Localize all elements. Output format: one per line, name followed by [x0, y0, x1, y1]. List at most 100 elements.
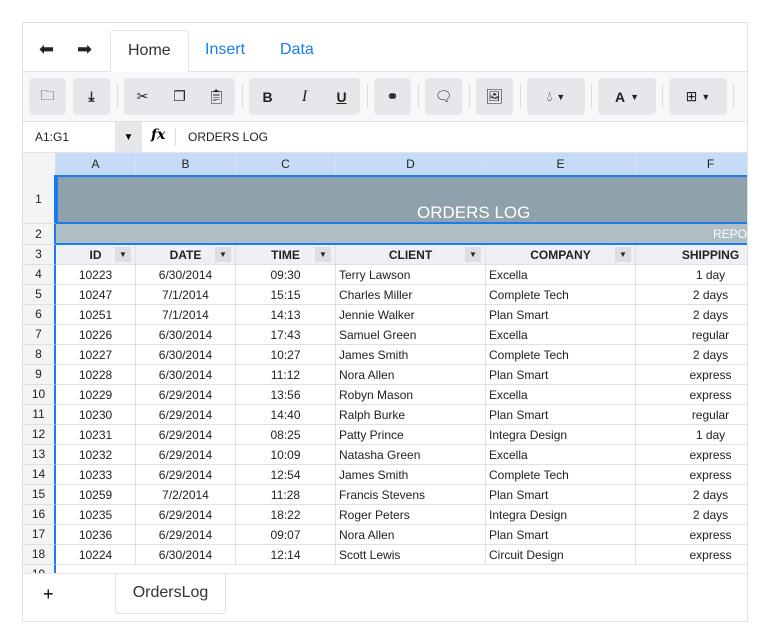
cell[interactable]: 2 days [636, 505, 747, 525]
cell[interactable]: James Smith [336, 465, 486, 485]
cell[interactable]: regular [636, 325, 747, 345]
cell[interactable]: Plan Smart [486, 365, 636, 385]
cell[interactable]: Complete Tech [486, 285, 636, 305]
cell[interactable]: 09:07 [236, 525, 336, 545]
column-header-e[interactable]: E [486, 153, 636, 175]
cell[interactable]: 10259 [56, 485, 136, 505]
column-header-d[interactable]: D [336, 153, 486, 175]
cell[interactable]: 10226 [56, 325, 136, 345]
cell[interactable]: express [636, 365, 747, 385]
cell[interactable]: express [636, 545, 747, 565]
subtitle-cell[interactable]: REPO [56, 224, 747, 245]
cell[interactable]: Jennie Walker [336, 305, 486, 325]
row-header-16[interactable]: 16 [23, 505, 56, 525]
undo-icon[interactable]: ⬅ [39, 39, 54, 60]
row-header-10[interactable]: 10 [23, 385, 56, 405]
cell[interactable]: Plan Smart [486, 405, 636, 425]
cell[interactable]: Complete Tech [486, 345, 636, 365]
cell[interactable]: Excella [486, 445, 636, 465]
cell[interactable]: 10230 [56, 405, 136, 425]
name-box[interactable]: A1:G1 [23, 122, 115, 152]
cell[interactable]: 10247 [56, 285, 136, 305]
cell[interactable]: 10227 [56, 345, 136, 365]
cell[interactable]: Roger Peters [336, 505, 486, 525]
cell[interactable]: Excella [486, 265, 636, 285]
name-box-dropdown-icon[interactable]: ▼ [115, 122, 142, 152]
cell[interactable]: Integra Design [486, 505, 636, 525]
image-icon[interactable]: 🖼︎ [476, 78, 513, 115]
underline-button[interactable]: U [323, 78, 360, 115]
bold-button[interactable]: B [249, 78, 286, 115]
link-icon[interactable]: ⚭ [374, 78, 411, 115]
cell[interactable]: regular [636, 405, 747, 425]
cell[interactable]: Ralph Burke [336, 405, 486, 425]
cell[interactable]: Excella [486, 385, 636, 405]
cell[interactable]: 6/30/2014 [136, 545, 236, 565]
cell[interactable]: 10:09 [236, 445, 336, 465]
cell[interactable]: Circuit Design [486, 545, 636, 565]
filter-dropdown-icon[interactable]: ▼ [215, 247, 231, 262]
cell[interactable]: 14:40 [236, 405, 336, 425]
row-header-9[interactable]: 9 [23, 365, 56, 385]
cell[interactable]: express [636, 465, 747, 485]
cell[interactable]: 2 days [636, 285, 747, 305]
cell[interactable]: 6/29/2014 [136, 425, 236, 445]
cell[interactable]: 6/29/2014 [136, 465, 236, 485]
filter-dropdown-icon[interactable]: ▼ [115, 247, 131, 262]
cell[interactable]: Integra Design [486, 425, 636, 445]
cell[interactable]: 18:22 [236, 505, 336, 525]
row-header-2[interactable]: 2 [23, 224, 56, 245]
cell[interactable]: 7/2/2014 [136, 485, 236, 505]
row-header-13[interactable]: 13 [23, 445, 56, 465]
cell[interactable]: 10232 [56, 445, 136, 465]
cell[interactable]: Charles Miller [336, 285, 486, 305]
row-header-14[interactable]: 14 [23, 465, 56, 485]
row-header-15[interactable]: 15 [23, 485, 56, 505]
cell[interactable]: 10223 [56, 265, 136, 285]
cell[interactable]: 10:27 [236, 345, 336, 365]
cell[interactable]: 7/1/2014 [136, 305, 236, 325]
cell[interactable]: Plan Smart [486, 485, 636, 505]
header-cell-shipping[interactable]: SHIPPING [636, 245, 747, 265]
copy-icon[interactable]: ❐ [161, 78, 198, 115]
borders-icon[interactable]: ⊞ ▼ [669, 78, 727, 115]
cell[interactable]: 17:43 [236, 325, 336, 345]
formula-input[interactable]: ORDERS LOG [188, 130, 268, 144]
italic-button[interactable]: I [286, 78, 323, 115]
font-color-button[interactable]: A ▼ [598, 78, 656, 115]
tab-home[interactable]: Home [110, 30, 189, 73]
comment-icon[interactable]: 🗨︎ [425, 78, 462, 115]
cell[interactable]: express [636, 525, 747, 545]
row-header-18[interactable]: 18 [23, 545, 56, 565]
cell[interactable]: 09:30 [236, 265, 336, 285]
cell[interactable]: 6/29/2014 [136, 445, 236, 465]
cell[interactable]: 6/29/2014 [136, 385, 236, 405]
cell[interactable]: Plan Smart [486, 525, 636, 545]
row-header-3[interactable]: 3 [23, 245, 56, 265]
cell[interactable]: Francis Stevens [336, 485, 486, 505]
cell[interactable]: Nora Allen [336, 365, 486, 385]
row-header-1[interactable]: 1 [23, 175, 56, 224]
tab-data[interactable]: Data [263, 30, 331, 72]
cell[interactable]: Patty Prince [336, 425, 486, 445]
cell[interactable]: 10229 [56, 385, 136, 405]
row-header-8[interactable]: 8 [23, 345, 56, 365]
add-sheet-button[interactable]: + [43, 584, 54, 605]
cell[interactable]: Nora Allen [336, 525, 486, 545]
cell[interactable]: 6/30/2014 [136, 325, 236, 345]
cell[interactable]: Samuel Green [336, 325, 486, 345]
cell[interactable]: 12:54 [236, 465, 336, 485]
cell[interactable]: 2 days [636, 485, 747, 505]
header-cell-company[interactable]: COMPANY ▼ [486, 245, 636, 265]
row-header-12[interactable]: 12 [23, 425, 56, 445]
row-header-19[interactable]: 19 [23, 565, 56, 573]
cell[interactable]: Scott Lewis [336, 545, 486, 565]
cell[interactable]: 10251 [56, 305, 136, 325]
sheet-tab-orderslog[interactable]: OrdersLog [115, 573, 226, 614]
cell[interactable]: James Smith [336, 345, 486, 365]
cell[interactable]: 1 day [636, 265, 747, 285]
cut-icon[interactable]: ✂ [124, 78, 161, 115]
cell[interactable]: express [636, 445, 747, 465]
row-header-5[interactable]: 5 [23, 285, 56, 305]
column-header-b[interactable]: B [136, 153, 236, 175]
